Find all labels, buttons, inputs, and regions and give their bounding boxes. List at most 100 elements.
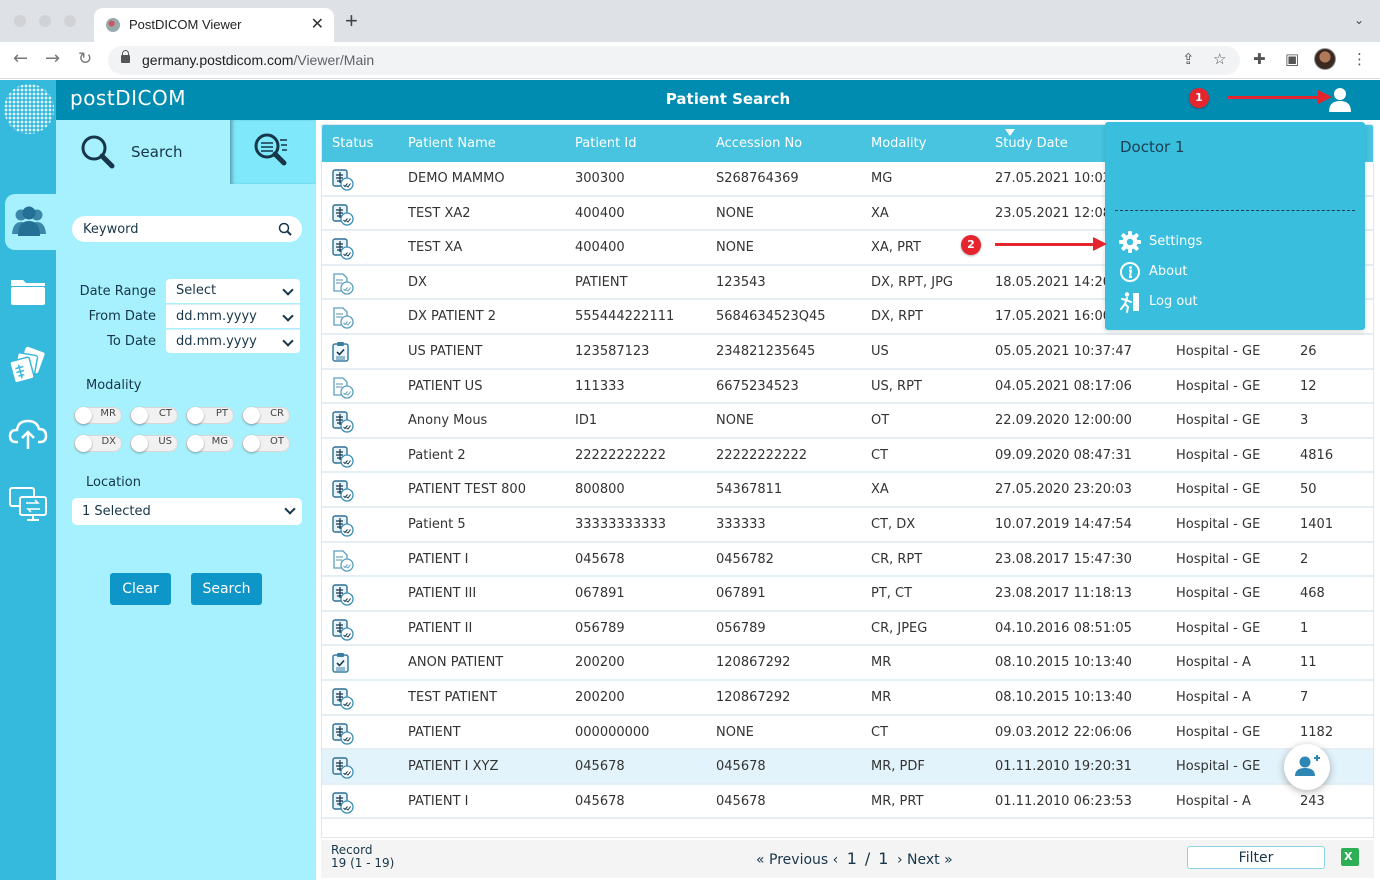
table-row[interactable]: US PATIENT 123587123 234821235645 US 05.05.2… [322, 335, 1373, 370]
modality-toggle-dx[interactable]: DX [74, 435, 122, 452]
location-select[interactable]: 1 Selected [72, 498, 302, 525]
user-icon [1329, 88, 1351, 112]
next-chevron-icon[interactable]: › [897, 852, 903, 868]
keyword-search-icon[interactable] [278, 222, 292, 236]
cell-patient-id: 200200 [575, 655, 625, 671]
logout-menu-item[interactable]: Log out [1119, 290, 1349, 314]
rail-item-transfer[interactable] [0, 476, 56, 532]
cell-accession-no: 123543 [716, 274, 766, 290]
table-row[interactable]: Patient 5 33333333333 333333 CT, DX 10.07.20… [322, 508, 1373, 543]
extensions-puzzle-icon[interactable]: ✚ [1253, 50, 1266, 68]
modality-toggle-us[interactable]: US [130, 435, 178, 452]
cell-modality: CT, DX [871, 517, 916, 532]
user-menu-button[interactable] [1326, 86, 1354, 114]
modality-toggle-ct[interactable]: CT [130, 407, 178, 424]
new-tab-button[interactable]: + [345, 10, 358, 32]
table-row[interactable]: PATIENT US 111333 6675234523 US, RPT 04.05.2… [322, 370, 1373, 405]
url-domain: germany.postdicom.com [142, 52, 294, 68]
cell-accession-no: 54367811 [716, 482, 783, 498]
table-row[interactable]: PATIENT III 067891 067891 PT, CT 23.08.2017 … [322, 577, 1373, 612]
rail-item-upload[interactable] [0, 406, 56, 462]
column-header-study-date[interactable]: Study Date [995, 136, 1068, 151]
from-date-field[interactable]: dd.mm.yyyy [166, 304, 300, 328]
logout-label: Log out [1149, 294, 1198, 309]
first-page-icon[interactable]: « [756, 852, 765, 868]
to-date-field[interactable]: dd.mm.yyyy [166, 329, 300, 353]
reload-button[interactable]: ↻ [78, 49, 92, 69]
favicon-icon [106, 18, 120, 32]
add-patient-button[interactable] [1284, 744, 1330, 790]
next-page-link[interactable]: Next [907, 852, 940, 868]
cell-status [331, 272, 355, 300]
to-date-label: To Date [107, 334, 156, 349]
table-row[interactable]: Anony Mous ID1 NONE OT 22.09.2020 12:00:00 Ho… [322, 404, 1373, 439]
browser-menu-icon[interactable]: ⋮ [1352, 50, 1367, 68]
url-text[interactable]: germany.postdicom.com/Viewer/Main [142, 52, 374, 68]
rail-item-patients[interactable] [5, 194, 56, 250]
tab-close-icon[interactable]: ✕ [311, 14, 324, 34]
tab-advanced-search[interactable] [230, 120, 316, 184]
table-row[interactable]: PATIENT 000000000 NONE CT 09.03.2012 22:06:0… [322, 716, 1373, 751]
tab-search[interactable]: Search [56, 120, 230, 184]
table-row[interactable]: PATIENT TEST 800 800800 54367811 XA 27.05.20… [322, 473, 1373, 508]
profile-avatar[interactable] [1314, 48, 1336, 70]
last-page-icon[interactable]: » [944, 852, 953, 868]
rail-item-folders[interactable] [0, 264, 56, 320]
rail-item-studies[interactable] [0, 336, 56, 392]
modality-toggle-mg[interactable]: MG [186, 435, 234, 452]
excel-export-icon[interactable] [1341, 848, 1359, 866]
chevron-down-icon [282, 310, 294, 322]
about-menu-item[interactable]: About [1119, 260, 1349, 284]
table-row[interactable]: PATIENT II 056789 056789 CR, JPEG 04.10.2016… [322, 612, 1373, 647]
cell-modality: XA, PRT [871, 240, 921, 256]
filter-button[interactable]: Filter [1187, 846, 1325, 869]
cell-patient-id: 045678 [575, 793, 625, 809]
column-header-status[interactable]: Status [332, 136, 373, 151]
settings-menu-item[interactable]: Settings [1119, 230, 1349, 254]
table-row[interactable]: PATIENT I 045678 0456782 CR, RPT 23.08.2017 … [322, 543, 1373, 578]
previous-chevron-icon[interactable]: ‹ [833, 852, 839, 868]
cell-patient-id: 111333 [575, 378, 625, 394]
annotation-badge-1: 1 [1189, 88, 1209, 108]
window-minimize-control[interactable] [39, 15, 51, 27]
modality-toggle-cr[interactable]: CR [242, 407, 290, 424]
keyword-input[interactable] [72, 216, 302, 242]
table-row[interactable]: Patient 2 22222222222 22222222222 CT 09.09.2… [322, 439, 1373, 474]
column-header-patient-name[interactable]: Patient Name [408, 136, 496, 151]
cell-location: Hospital - GE [1176, 551, 1261, 567]
cell-accession-no: 333333 [716, 517, 766, 532]
previous-page-link[interactable]: Previous [769, 852, 828, 868]
record-count: Record 19 (1 - 19) [331, 844, 394, 870]
cell-accession-no: 045678 [716, 793, 766, 809]
browser-tab[interactable]: PostDICOM Viewer ✕ [94, 8, 334, 42]
table-row[interactable]: TEST PATIENT 200200 120867292 MR 08.10.2015 … [322, 681, 1373, 716]
table-row[interactable]: PATIENT I XYZ 045678 045678 MR, PDF 01.11.20… [322, 750, 1373, 785]
column-header-modality[interactable]: Modality [871, 136, 926, 151]
modality-toggle-pt[interactable]: PT [186, 407, 234, 424]
forward-button[interactable]: → [45, 49, 60, 69]
date-range-select[interactable]: Select [166, 279, 300, 303]
window-close-control[interactable] [14, 15, 26, 27]
modality-toggle-ot[interactable]: OT [242, 435, 290, 452]
cell-modality: XA [871, 205, 889, 221]
tab-search-chevron-icon[interactable]: ⌄ [1354, 13, 1364, 27]
search-button[interactable]: Search [191, 573, 262, 605]
back-button[interactable]: ← [13, 49, 28, 69]
report-ready-icon [332, 584, 354, 606]
column-header-patient-id[interactable]: Patient Id [575, 136, 636, 151]
modality-toggle-mr[interactable]: MR [74, 407, 122, 424]
cell-status [331, 756, 355, 784]
cell-modality: DX, RPT [871, 309, 923, 325]
table-row[interactable]: ANON PATIENT 200200 120867292 MR 08.10.2015 … [322, 646, 1373, 681]
side-panel-icon[interactable]: ▣ [1285, 50, 1299, 68]
cell-location: Hospital - GE [1176, 759, 1261, 775]
window-zoom-control[interactable] [64, 15, 76, 27]
cell-image-count: 3 [1300, 413, 1309, 429]
bookmark-star-icon[interactable]: ☆ [1213, 50, 1226, 68]
report-ready-icon [332, 169, 354, 191]
column-header-accession-no[interactable]: Accession No [716, 136, 802, 151]
share-icon[interactable]: ⇪ [1182, 50, 1195, 68]
clear-button[interactable]: Clear [110, 573, 171, 605]
table-row[interactable]: PATIENT I 045678 045678 MR, PRT 01.11.2010 0… [322, 785, 1373, 820]
address-bar[interactable]: germany.postdicom.com/Viewer/Main ⇪ ☆ [108, 46, 1240, 75]
